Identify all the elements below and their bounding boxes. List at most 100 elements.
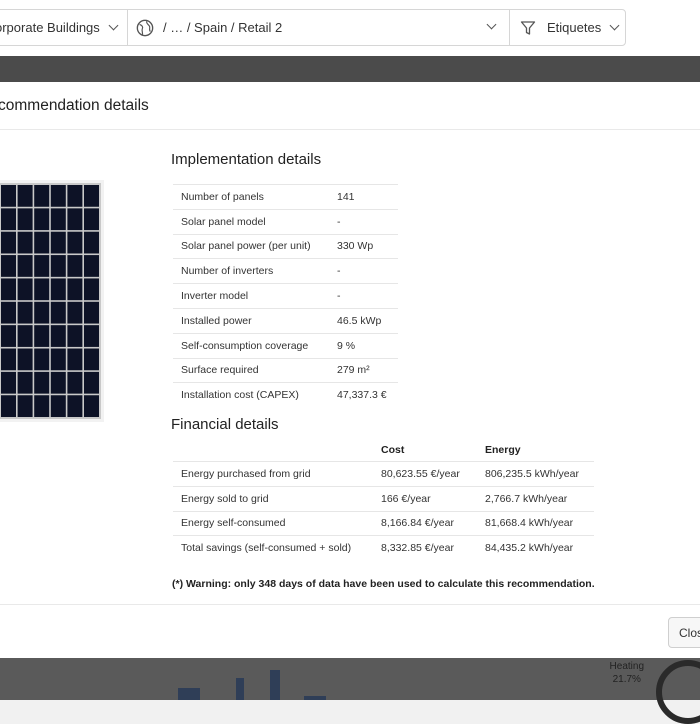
solar-cell xyxy=(50,255,66,277)
solar-cell xyxy=(1,208,16,231)
donut-chart-edge xyxy=(656,660,700,724)
solar-cell xyxy=(50,371,66,394)
implementation-row-value: 330 Wp xyxy=(329,233,398,259)
tags-filter-dropdown[interactable]: Etiquetes xyxy=(509,9,626,46)
implementation-row-label: Inverter model xyxy=(173,283,329,309)
solar-cell xyxy=(17,301,33,324)
solar-cell xyxy=(84,208,99,231)
financial-row: Energy sold to grid 166 €/year 2,766.7 kWh… xyxy=(173,485,594,512)
financial-row-cost: 166 €/year xyxy=(373,485,477,512)
solar-cell xyxy=(50,325,66,347)
overlay-backdrop-top xyxy=(0,56,700,82)
solar-cell xyxy=(67,255,83,277)
globe-icon xyxy=(136,19,154,36)
financial-row-label: Energy self-consumed xyxy=(173,510,373,536)
tags-filter-label: Etiquetes xyxy=(547,20,602,35)
solar-cell xyxy=(1,395,16,417)
financial-row: Energy self-consumed 8,166.84 €/year 81,66… xyxy=(173,510,594,536)
solar-cell xyxy=(34,278,50,301)
solar-cell xyxy=(34,208,50,231)
implementation-row-value: - xyxy=(329,283,398,309)
solar-cell xyxy=(67,371,83,394)
implementation-details-table: Number of panels 141 Solar panel model - Sol… xyxy=(173,184,398,408)
financial-row-cost: 80,623.55 €/year xyxy=(373,461,477,487)
chart-bar xyxy=(178,688,200,700)
solar-cell xyxy=(67,325,83,347)
solar-cell xyxy=(1,301,16,324)
solar-cell xyxy=(67,208,83,231)
solar-cell xyxy=(1,325,16,347)
implementation-row-label: Installed power xyxy=(173,307,329,334)
financial-row-energy: 81,668.4 kWh/year xyxy=(477,510,594,536)
solar-cell xyxy=(67,185,83,207)
modal-footer-divider xyxy=(0,604,700,605)
solar-cell xyxy=(17,325,33,347)
heating-legend: Heating 21.7% xyxy=(610,660,644,686)
financial-row: Total savings (self-consumed + sold) 8,33… xyxy=(173,535,594,561)
implementation-row: Number of inverters - xyxy=(173,258,398,284)
close-button[interactable]: Close xyxy=(668,617,700,648)
implementation-row: Surface required 279 m² xyxy=(173,357,398,383)
chart-bar xyxy=(304,696,326,700)
solar-cell xyxy=(17,278,33,301)
financial-row-label: Total savings (self-consumed + sold) xyxy=(173,535,373,561)
solar-cell xyxy=(84,325,99,347)
financial-row-label: Energy purchased from grid xyxy=(173,461,373,487)
solar-cell xyxy=(17,348,33,371)
solar-cell xyxy=(50,231,66,254)
implementation-row-value: - xyxy=(329,208,398,235)
implementation-row: Installation cost (CAPEX) 47,337.3 € xyxy=(173,382,398,408)
solar-cell xyxy=(84,185,99,207)
financial-header-blank xyxy=(173,439,373,462)
solar-cell xyxy=(84,348,99,371)
solar-cell xyxy=(17,395,33,417)
implementation-row-value: 141 xyxy=(329,184,398,210)
solar-cell xyxy=(84,371,99,394)
building-filter-dropdown[interactable]: orporate Buildings xyxy=(0,9,128,46)
implementation-row-label: Solar panel power (per unit) xyxy=(173,233,329,259)
solar-cell xyxy=(50,185,66,207)
chevron-down-icon xyxy=(609,20,620,31)
implementation-row-label: Number of inverters xyxy=(173,258,329,284)
solar-cell xyxy=(84,278,99,301)
modal-title: commendation details xyxy=(0,97,149,114)
solar-cell xyxy=(34,301,50,324)
financial-header-cost: Cost xyxy=(381,444,405,456)
implementation-row-value: - xyxy=(329,258,398,284)
financial-row-cost: 8,332.85 €/year xyxy=(373,535,477,561)
solar-cell xyxy=(84,301,99,324)
solar-panel-image xyxy=(0,180,104,422)
location-filter-dropdown[interactable]: / … / Spain / Retail 2 xyxy=(127,9,510,46)
solar-cell xyxy=(1,255,16,277)
implementation-row-value: 279 m² xyxy=(329,357,398,383)
heating-label: Heating xyxy=(609,661,644,672)
implementation-row-value: 46.5 kWp xyxy=(329,307,398,334)
financial-details-table: Cost Energy Energy purchased from grid 80… xyxy=(173,439,594,561)
implementation-row: Inverter model - xyxy=(173,283,398,309)
solar-cell xyxy=(1,231,16,254)
implementation-row: Solar panel model - xyxy=(173,208,398,235)
financial-row-cost: 8,166.84 €/year xyxy=(373,510,477,536)
solar-cell xyxy=(84,255,99,277)
heating-value: 21.7% xyxy=(612,674,641,685)
location-path-label: / … / Spain / Retail 2 xyxy=(163,20,283,35)
solar-cell xyxy=(34,255,50,277)
data-warning-text: (*) Warning: only 348 days of data have … xyxy=(172,578,595,590)
solar-cell xyxy=(17,371,33,394)
solar-cell xyxy=(1,371,16,394)
implementation-row-label: Self-consumption coverage xyxy=(173,332,329,359)
solar-cell xyxy=(34,231,50,254)
financial-row-energy: 806,235.5 kWh/year xyxy=(477,461,594,487)
financial-row: Energy purchased from grid 80,623.55 €/ye… xyxy=(173,461,594,487)
solar-cell xyxy=(50,301,66,324)
solar-cell xyxy=(34,371,50,394)
solar-cell xyxy=(34,395,50,417)
solar-cell xyxy=(50,278,66,301)
solar-cell xyxy=(34,185,50,207)
solar-cell xyxy=(50,348,66,371)
financial-details-title: Financial details xyxy=(171,416,279,433)
implementation-row: Self-consumption coverage 9 % xyxy=(173,332,398,359)
implementation-row-label: Solar panel model xyxy=(173,208,329,235)
chart-bar xyxy=(270,670,280,700)
top-filter-bar: orporate Buildings / … / Spain / Retail … xyxy=(0,0,700,56)
